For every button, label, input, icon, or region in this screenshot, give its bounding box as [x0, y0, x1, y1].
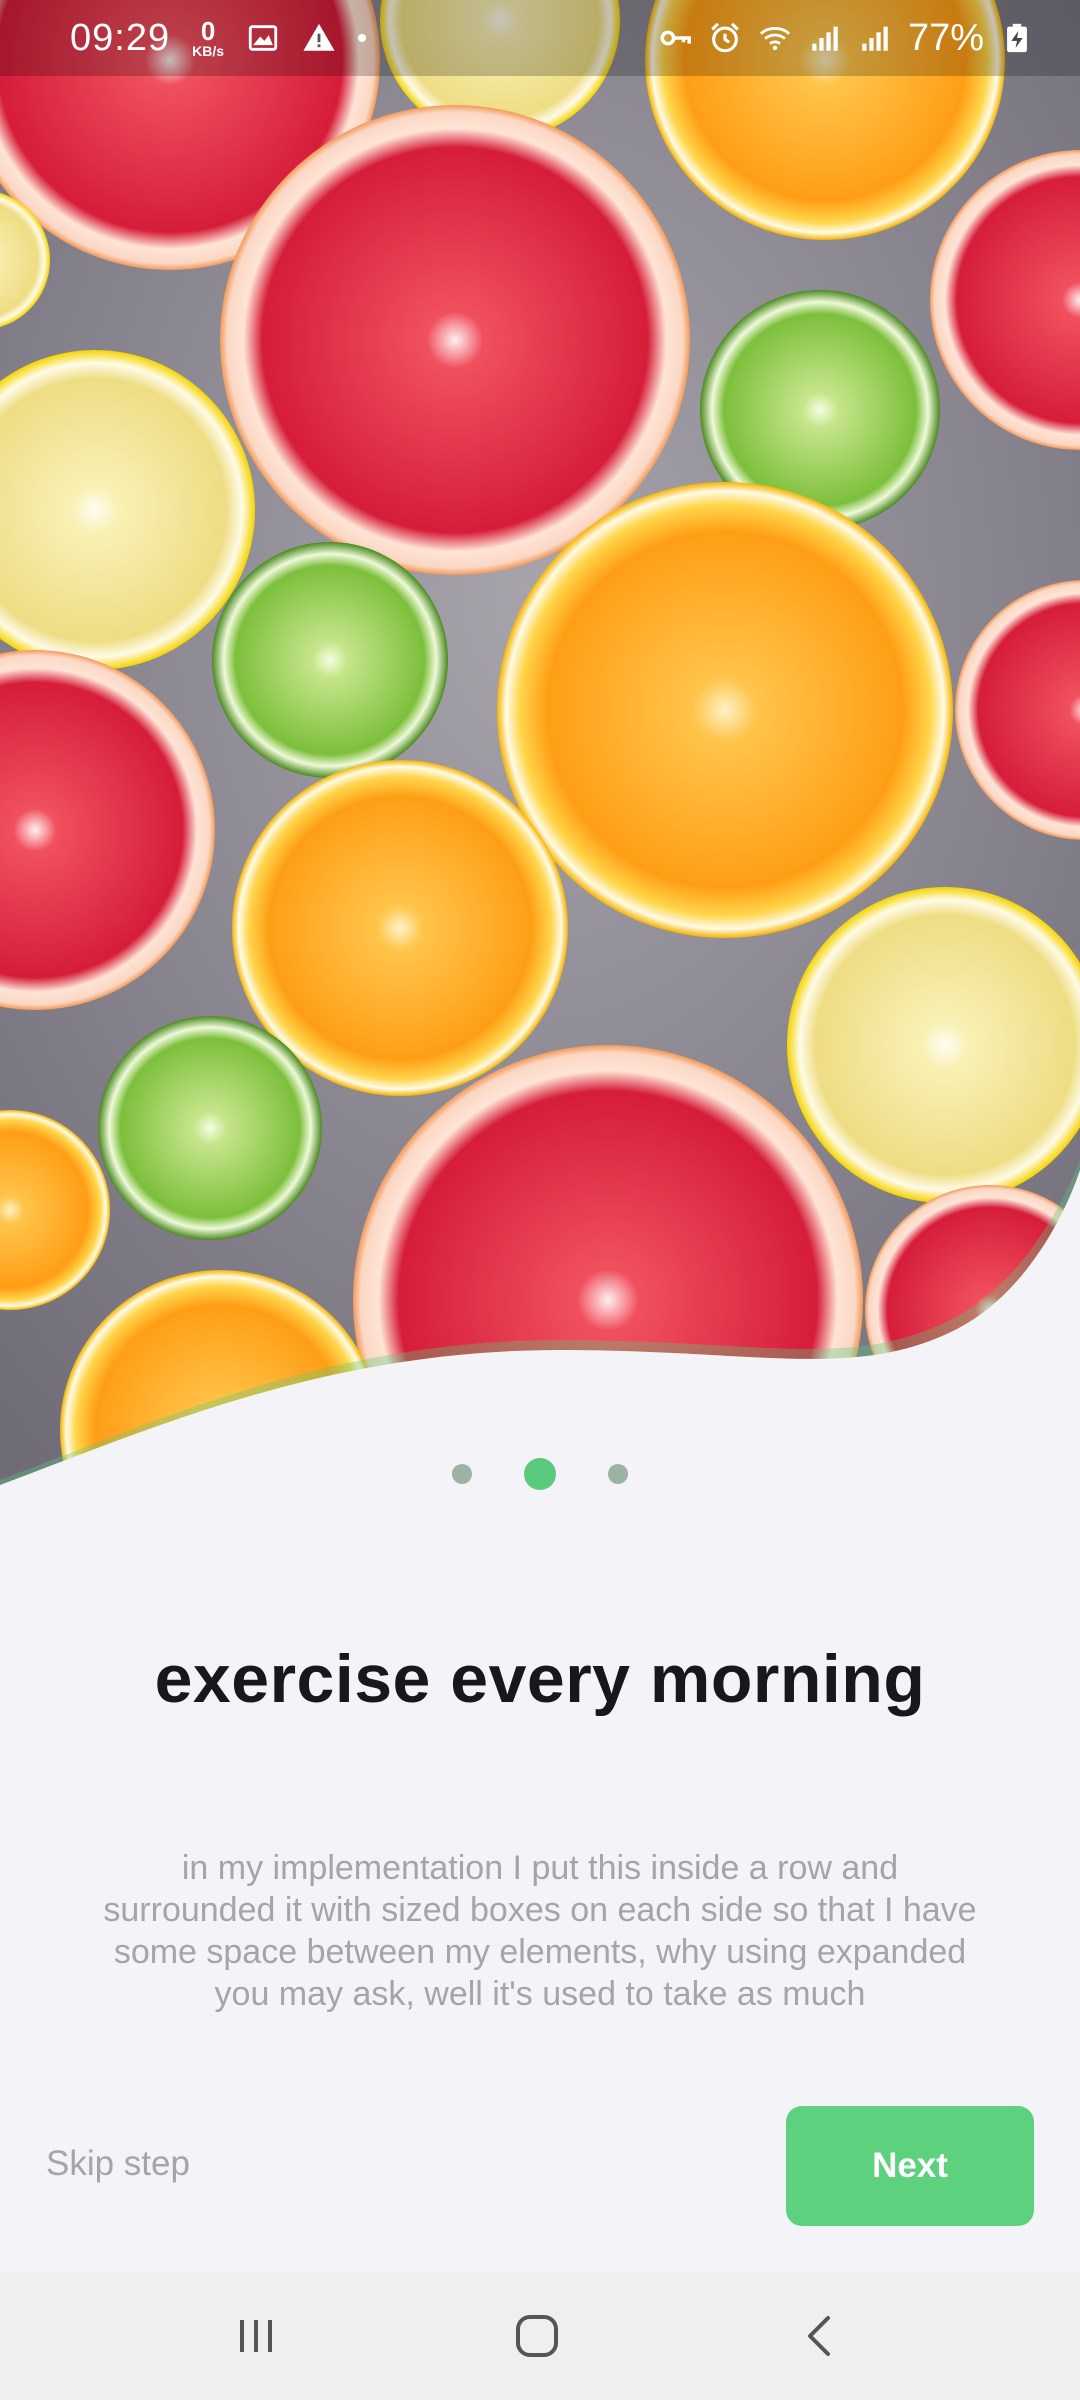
- page-dot-3[interactable]: [608, 1464, 628, 1484]
- status-time: 09:29: [70, 16, 171, 59]
- wifi-icon: [759, 27, 791, 51]
- network-speed-value: 0: [200, 16, 216, 46]
- skip-step-button[interactable]: Skip step: [46, 2144, 190, 2184]
- network-speed: 0 KB/s: [192, 18, 224, 58]
- status-right: 77%: [658, 17, 1034, 60]
- vpn-key-icon: [660, 30, 691, 46]
- back-icon: [808, 2316, 830, 2356]
- recents-icon: [240, 2320, 272, 2352]
- signal-icon: [812, 26, 838, 51]
- recents-button[interactable]: [186, 2272, 326, 2400]
- notification-dot: [358, 34, 366, 42]
- home-button[interactable]: [467, 2272, 607, 2400]
- onboarding-title: exercise every morning: [154, 1641, 926, 1717]
- battery-percentage: 77%: [907, 16, 984, 59]
- home-icon: [516, 2315, 558, 2357]
- status-left: 09:29 0 KB/s: [70, 17, 366, 60]
- page-indicator: [0, 1458, 1080, 1490]
- page-dot-1[interactable]: [452, 1464, 472, 1484]
- page-dot-2-active[interactable]: [524, 1458, 556, 1490]
- next-button[interactable]: Next: [786, 2106, 1034, 2226]
- warning-icon: [303, 23, 335, 51]
- battery-charging-icon: [1007, 23, 1027, 53]
- hero-image: [0, 0, 1080, 1490]
- onboarding-description: in my implementation I put this inside a…: [103, 1849, 977, 2013]
- back-button[interactable]: [750, 2272, 890, 2400]
- system-nav-bar: [0, 2272, 1080, 2400]
- gallery-icon: [248, 25, 278, 51]
- network-speed-unit: KB/s: [192, 43, 224, 59]
- signal-icon: [862, 26, 888, 51]
- status-bar: 09:29 0 KB/s 77%: [0, 0, 1080, 76]
- alarm-icon: [711, 22, 739, 53]
